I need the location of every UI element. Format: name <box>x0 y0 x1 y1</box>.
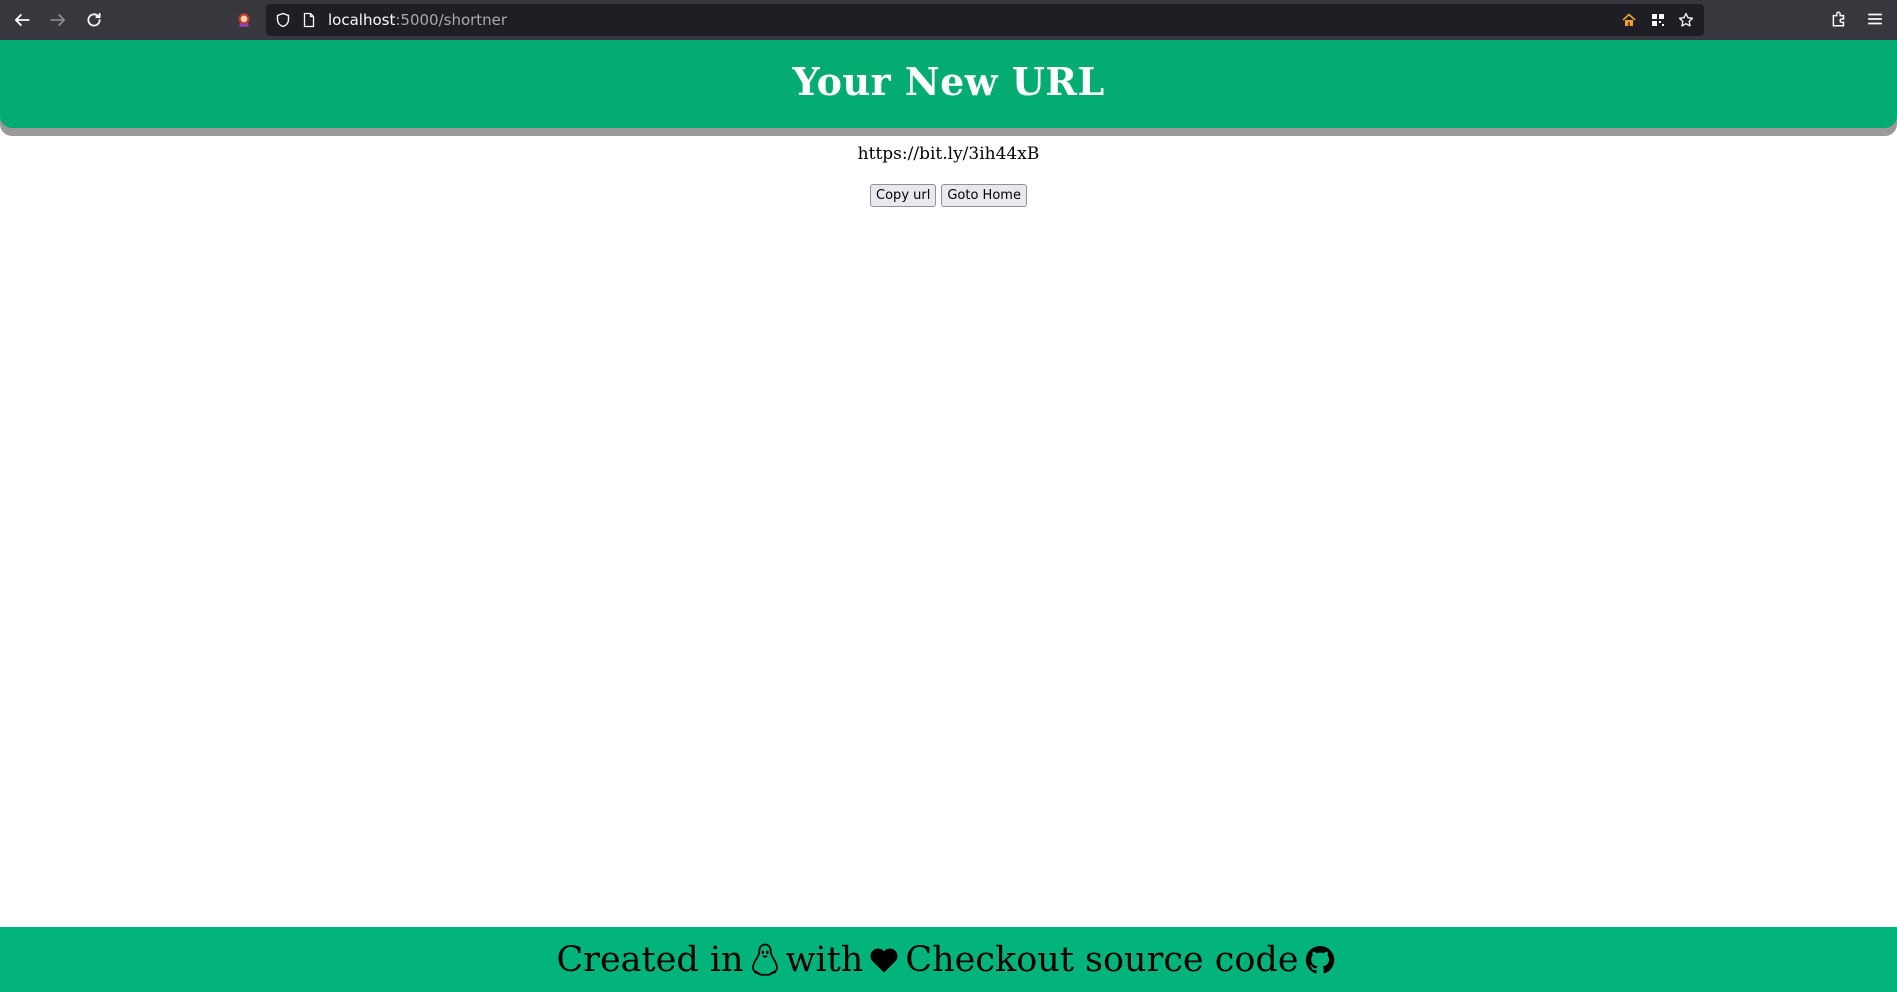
qr-icon[interactable] <box>1649 11 1667 29</box>
extension-icon[interactable] <box>232 8 256 32</box>
address-host: localhost <box>328 11 396 29</box>
address-bar[interactable]: localhost:5000/shortner <box>266 4 1704 36</box>
page-title: Your New URL <box>792 58 1105 104</box>
page-icon[interactable] <box>300 11 318 29</box>
address-text[interactable]: localhost:5000/shortner <box>328 4 507 36</box>
footer: Created in with Checkout source code <box>0 927 1897 992</box>
action-buttons: Copy url Goto Home <box>0 184 1897 207</box>
copy-url-button[interactable]: Copy url <box>870 184 937 207</box>
extensions-icon[interactable] <box>1829 9 1849 29</box>
home-icon[interactable] <box>1620 11 1638 29</box>
page-header: Your New URL <box>0 40 1897 128</box>
shield-icon[interactable] <box>274 11 292 29</box>
back-icon[interactable] <box>10 8 34 32</box>
reload-icon[interactable] <box>82 8 106 32</box>
forward-icon[interactable] <box>46 8 70 32</box>
address-path: :5000/shortner <box>395 11 508 29</box>
heart-icon <box>867 940 901 980</box>
footer-checkout: Checkout source code <box>905 939 1299 980</box>
star-icon[interactable] <box>1677 11 1695 29</box>
footer-created-in: Created in <box>556 939 744 980</box>
goto-home-button[interactable]: Goto Home <box>941 184 1027 207</box>
github-icon[interactable] <box>1303 940 1337 980</box>
footer-with: with <box>785 939 864 980</box>
browser-toolbar: localhost:5000/shortner <box>0 0 1897 40</box>
short-url-text: https://bit.ly/3ih44xB <box>857 144 1040 164</box>
menu-icon[interactable] <box>1865 9 1885 29</box>
linux-icon <box>748 940 782 980</box>
